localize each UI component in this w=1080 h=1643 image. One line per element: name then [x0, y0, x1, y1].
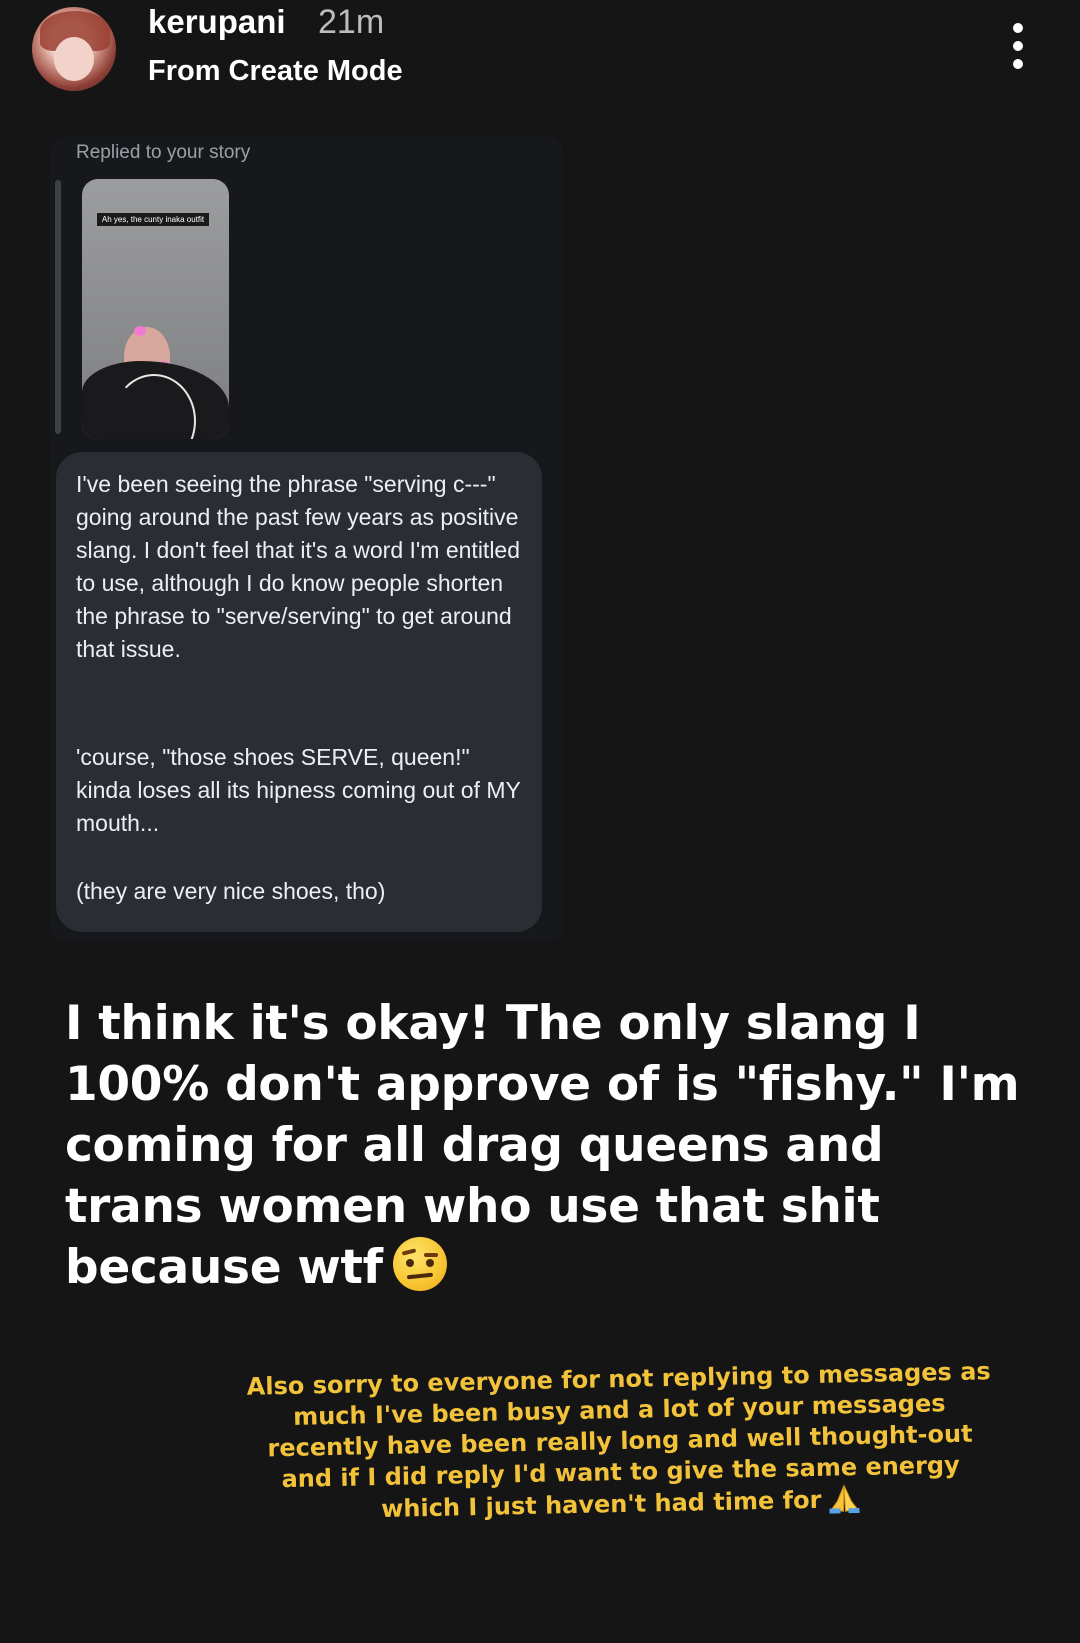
- emoji-eye: [405, 1259, 414, 1267]
- menu-dot: [1013, 23, 1023, 33]
- message-paragraph: (they are very nice shoes, tho): [76, 878, 386, 904]
- story-thumbnail: Ah yes, the cunty inaka outfit: [82, 179, 229, 439]
- folded-hands-icon: [827, 1483, 862, 1514]
- username[interactable]: kerupani: [148, 3, 286, 41]
- message-bubble: I've been seeing the phrase "serving c--…: [56, 452, 542, 932]
- face-with-raised-eyebrow-icon: [392, 1237, 447, 1291]
- emoji-brow: [423, 1253, 438, 1257]
- story-main-text-content: I think it's okay! The only slang I 100%…: [65, 996, 1020, 1295]
- thumbnail-nail: [134, 326, 146, 336]
- menu-dot: [1013, 41, 1023, 51]
- avatar-face: [54, 37, 94, 81]
- emoji-eye: [425, 1259, 434, 1267]
- story-screen: kerupani 21m From Create Mode Replied to…: [0, 0, 1080, 1643]
- story-thumbnail-label: Ah yes, the cunty inaka outfit: [97, 213, 209, 226]
- reply-screenshot: Replied to your story Ah yes, the cunty …: [50, 136, 563, 942]
- message-paragraph: I've been seeing the phrase "serving c--…: [76, 471, 521, 662]
- post-source[interactable]: From Create Mode: [148, 55, 403, 88]
- post-time: 21m: [318, 3, 385, 41]
- more-options-icon[interactable]: [998, 20, 1038, 72]
- reply-indicator-bar: [55, 180, 61, 434]
- emoji-mouth: [406, 1272, 433, 1280]
- menu-dot: [1013, 59, 1023, 69]
- reply-caption: Replied to your story: [76, 142, 251, 163]
- story-note-content: Also sorry to everyone for not replying …: [246, 1357, 991, 1524]
- story-note-text: Also sorry to everyone for not replying …: [238, 1356, 1001, 1528]
- message-paragraph: 'course, "those shoes SERVE, queen!" kin…: [76, 744, 521, 836]
- user-avatar[interactable]: [32, 7, 116, 91]
- story-main-text: I think it's okay! The only slang I 100%…: [65, 993, 1025, 1298]
- emoji-brow: [401, 1248, 417, 1256]
